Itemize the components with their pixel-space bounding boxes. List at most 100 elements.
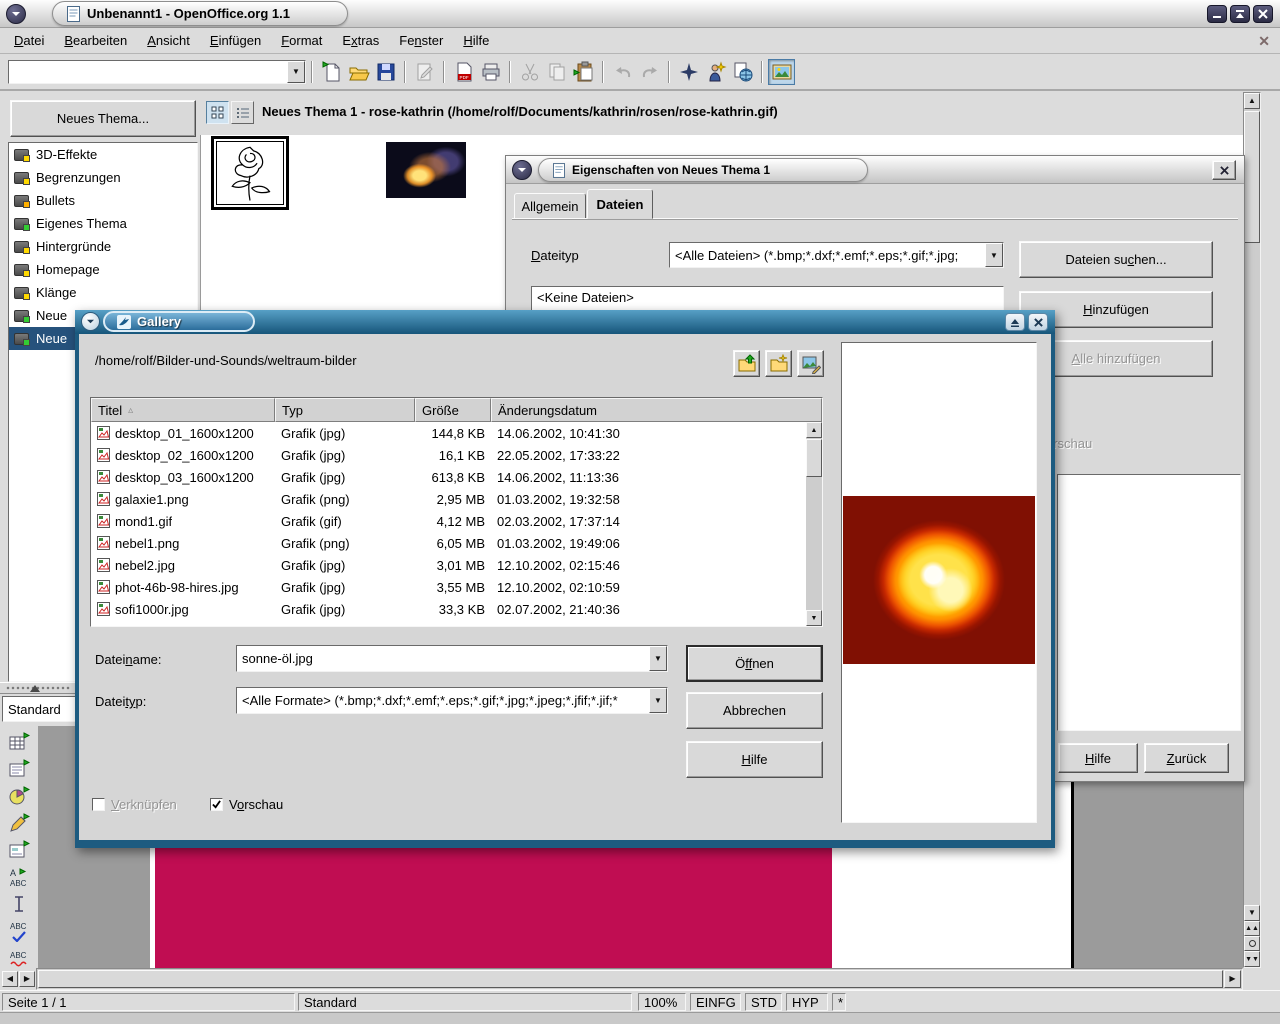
filename-dropdown-button[interactable]: ▼ [649, 646, 667, 671]
redo-icon[interactable] [636, 59, 663, 85]
up-one-level-icon[interactable] [733, 350, 760, 377]
tab-allgemein[interactable]: Allgemein [514, 193, 586, 219]
theme-item[interactable]: Bullets [9, 189, 197, 212]
table-scroll-thumb[interactable] [806, 439, 822, 477]
scroll-right-icon[interactable]: ▶ [1224, 970, 1241, 988]
horizontal-scrollbar[interactable]: ◀ ▶ ▶ [0, 968, 1243, 990]
file-row[interactable]: mond1.gifGrafik (gif)4,12 MB02.03.2002, … [91, 510, 806, 532]
scroll-up-icon[interactable]: ▲ [806, 422, 822, 438]
insert-section-icon[interactable] [6, 755, 33, 782]
file-row[interactable]: desktop_01_1600x1200Grafik (jpg)144,8 KB… [91, 422, 806, 444]
stylist-icon[interactable] [702, 59, 729, 85]
edit-file-icon[interactable] [411, 59, 438, 85]
dialog-close-button[interactable] [1212, 160, 1236, 180]
open-button[interactable]: Öffnen [686, 645, 823, 682]
insert-chart-icon[interactable] [6, 782, 33, 809]
copy-icon[interactable] [543, 59, 570, 85]
theme-item[interactable]: Hintergründe [9, 235, 197, 258]
file-row[interactable]: desktop_02_1600x1200Grafik (jpg)16,1 KB2… [91, 444, 806, 466]
properties-dialog-titlebar[interactable]: Eigenschaften von Neues Thema 1 [506, 156, 1244, 184]
cut-icon[interactable] [516, 59, 543, 85]
column-header-titel[interactable]: Titel▵ [91, 398, 275, 422]
default-directory-icon[interactable] [797, 350, 824, 377]
dialog-menu-button[interactable] [81, 312, 100, 331]
menu-item-bearbeiten[interactable]: Bearbeiten [54, 30, 137, 51]
theme-item[interactable]: 3D-Effekte [9, 143, 197, 166]
url-input[interactable] [9, 61, 287, 83]
column-header-aenderungsdatum[interactable]: Änderungsdatum [491, 398, 822, 422]
icon-view-button[interactable] [206, 101, 229, 124]
navigator-icon[interactable] [675, 59, 702, 85]
url-dropdown-button[interactable]: ▼ [287, 61, 305, 83]
menu-item-datei[interactable]: Datei [4, 30, 54, 51]
thumbnail-rose-selected[interactable] [211, 136, 289, 210]
theme-item[interactable]: Eigenes Thema [9, 212, 197, 235]
horizontal-scroll-thumb[interactable] [38, 970, 1223, 988]
help-button[interactable]: Hilfe [686, 741, 823, 778]
file-table-scrollbar[interactable]: ▲ ▼ [806, 422, 822, 626]
shade-button[interactable] [1005, 313, 1025, 331]
new-document-icon[interactable] [318, 59, 345, 85]
file-row[interactable]: sofi1000r.jpgGrafik (jpg)33,3 KB02.07.20… [91, 598, 806, 620]
scroll-down-icon[interactable]: ▼ [1244, 905, 1260, 921]
menu-item-ansicht[interactable]: Ansicht [137, 30, 200, 51]
new-theme-button[interactable]: Neues Thema... [10, 100, 196, 137]
menu-item-fenster[interactable]: Fenster [389, 30, 453, 51]
dialog-close-button[interactable] [1028, 313, 1048, 331]
find-files-button[interactable]: Dateien suchen... [1019, 241, 1213, 278]
direct-cursor-icon[interactable] [6, 890, 33, 917]
window-titlebar[interactable]: Unbenannt1 - OpenOffice.org 1.1 [0, 0, 1280, 28]
window-menu-button[interactable] [6, 4, 26, 24]
insert-fields-icon[interactable]: AABC [6, 863, 33, 890]
export-pdf-icon[interactable]: PDF [450, 59, 477, 85]
file-row[interactable]: nebel2.jpgGrafik (jpg)3,01 MB12.10.2002,… [91, 554, 806, 576]
vertical-scroll-thumb[interactable] [1244, 111, 1260, 243]
spellcheck-icon[interactable]: ABC [6, 917, 33, 944]
hyperlink-icon[interactable] [729, 59, 756, 85]
file-table-body[interactable]: desktop_01_1600x1200Grafik (jpg)144,8 KB… [91, 422, 806, 626]
previous-page-icon[interactable]: ▲▲ [1244, 921, 1260, 936]
column-header-typ[interactable]: Typ [275, 398, 415, 422]
tab-dateien[interactable]: Dateien [587, 189, 653, 219]
close-button[interactable] [1253, 5, 1273, 23]
gallery-dialog-titlebar[interactable]: Gallery [75, 310, 1055, 334]
file-row[interactable]: galaxie1.pngGrafik (png)2,95 MB01.03.200… [91, 488, 806, 510]
horizontal-scroll-track[interactable]: ▶ [36, 968, 1243, 990]
scroll-down-icon[interactable]: ▼ [806, 610, 822, 626]
filetype-dropdown-button[interactable]: ▼ [985, 243, 1003, 267]
save-icon[interactable] [372, 59, 399, 85]
thumbnail-horses[interactable] [298, 142, 380, 202]
cancel-button[interactable]: Abbrechen [686, 692, 823, 729]
filetype-combobox[interactable]: <Alle Dateien> (*.bmp;*.dxf;*.emf;*.eps;… [669, 242, 1004, 268]
new-folder-icon[interactable] [765, 350, 792, 377]
auto-spellcheck-icon[interactable]: ABC [6, 944, 33, 971]
print-icon[interactable] [477, 59, 504, 85]
filename-combobox[interactable]: sonne-öl.jpg ▼ [236, 645, 668, 672]
preview-checkbox[interactable]: Vorschau [210, 797, 283, 812]
detail-view-button[interactable] [231, 101, 254, 124]
theme-item[interactable]: Homepage [9, 258, 197, 281]
properties-back-button[interactable]: Zurück [1144, 743, 1229, 773]
link-checkbox[interactable]: Verknüpfen [92, 797, 177, 812]
menu-item-hilfe[interactable]: Hilfe [453, 30, 499, 51]
open-icon[interactable] [345, 59, 372, 85]
dialog-menu-button[interactable] [512, 160, 532, 180]
vertical-scrollbar[interactable]: ▲ ▼ ▲▲ ▼▼ [1243, 92, 1261, 968]
menu-item-einfügen[interactable]: Einfügen [200, 30, 271, 51]
statusbar-insert-mode[interactable]: EINFG [690, 993, 741, 1011]
theme-item[interactable]: Klänge [9, 281, 197, 304]
minimize-button[interactable] [1207, 5, 1227, 23]
menu-item-format[interactable]: Format [271, 30, 332, 51]
form-functions-icon[interactable] [6, 836, 33, 863]
close-document-icon[interactable]: ✕ [1258, 33, 1270, 50]
filetype-dropdown-button[interactable]: ▼ [649, 688, 667, 713]
file-row[interactable]: phot-46b-98-hires.jpgGrafik (jpg)3,55 MB… [91, 576, 806, 598]
menu-item-extras[interactable]: Extras [332, 30, 389, 51]
statusbar-page-style[interactable]: Standard [298, 993, 632, 1011]
navigation-icon[interactable] [1244, 936, 1260, 951]
next-page-icon[interactable]: ▼▼ [1244, 951, 1260, 967]
toolbar-scroll-right-icon[interactable]: ▶ [19, 971, 35, 987]
column-header-groesse[interactable]: Größe [415, 398, 491, 422]
properties-help-button[interactable]: Hilfe [1058, 743, 1138, 773]
scroll-up-icon[interactable]: ▲ [1244, 93, 1260, 109]
